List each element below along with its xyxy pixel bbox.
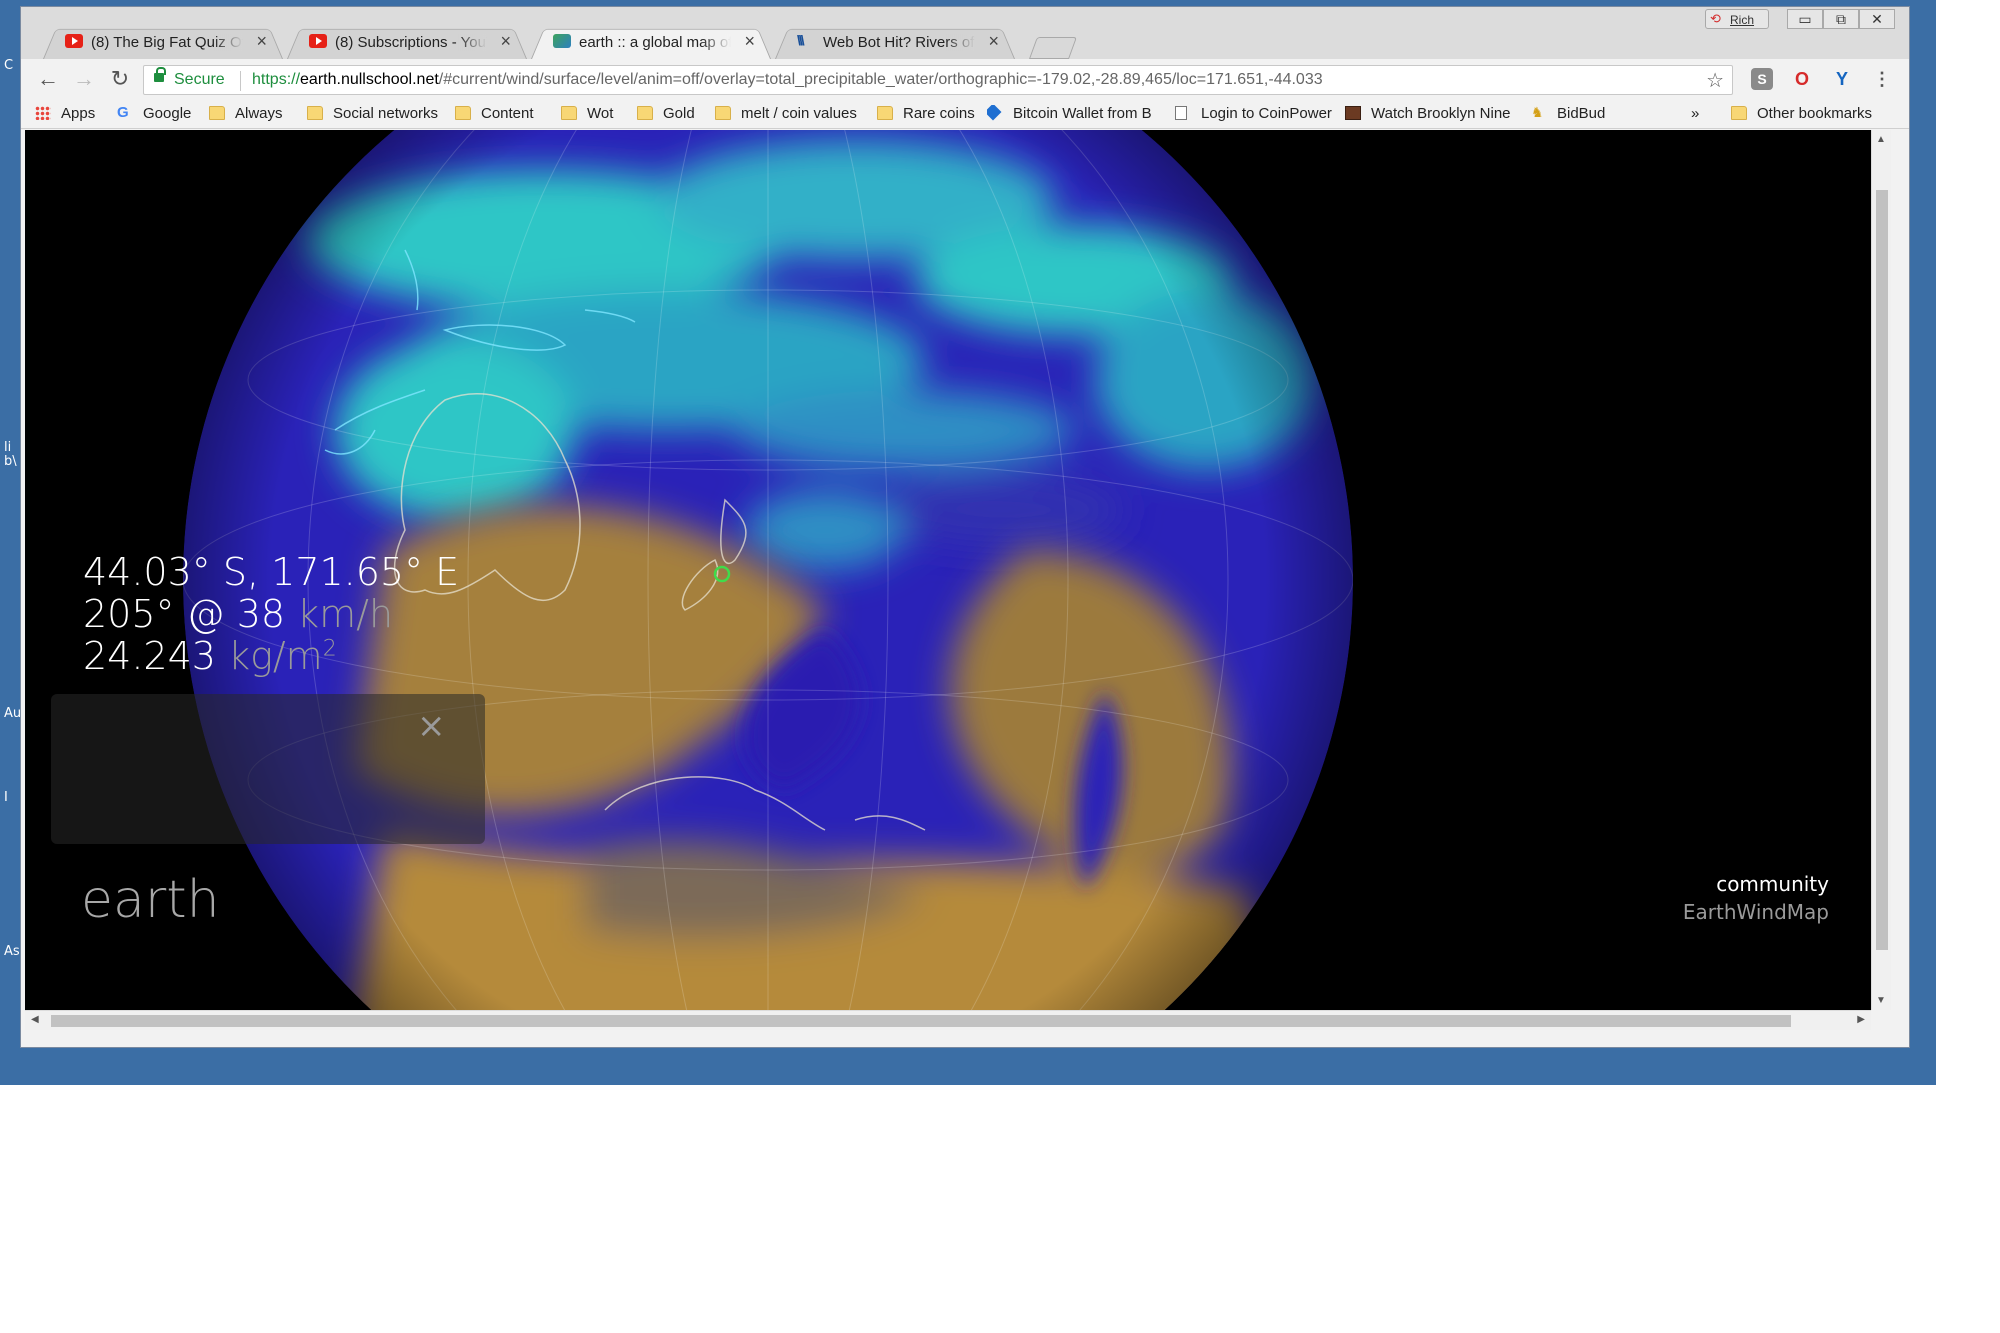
folder-icon: [1731, 106, 1747, 120]
youtube-icon: [309, 34, 327, 48]
youtube-icon: [65, 34, 83, 48]
address-bar[interactable]: Secure https://earth.nullschool.net/#cur…: [143, 65, 1733, 95]
water-unit: kg/m2: [228, 634, 337, 678]
close-tab-icon[interactable]: ×: [500, 31, 511, 52]
lock-icon: [154, 67, 166, 82]
tab-big-fat-quiz[interactable]: (8) The Big Fat Quiz Of Th ×: [43, 25, 283, 59]
folder-icon: [637, 106, 653, 120]
bookmark-bitcoin-wallet[interactable]: Bitcoin Wallet from B: [987, 105, 1157, 125]
bookmarks-bar: Apps G Google Always Social networks Con…: [21, 99, 1909, 129]
profile-button[interactable]: ⟲ Rich: [1705, 9, 1769, 29]
tab-title: (8) The Big Fat Quiz Of Th: [91, 34, 243, 51]
tab-subscriptions[interactable]: (8) Subscriptions - YouTu ×: [287, 25, 527, 59]
tab-title: Web Bot Hit? Rivers of w: [823, 34, 975, 51]
chrome-menu-icon[interactable]: ⋮: [1871, 68, 1893, 90]
desktop-text-fragment: li: [4, 440, 12, 455]
close-window-button[interactable]: ✕: [1859, 9, 1895, 29]
vertical-scroll-thumb[interactable]: [1876, 190, 1888, 950]
tab-web-bot-hit[interactable]: \\\ Web Bot Hit? Rivers of w ×: [775, 25, 1015, 59]
page-icon: [1175, 106, 1187, 120]
location-coordinates: 44.03° S, 171.65° E: [83, 550, 460, 594]
wind-readout: 205° @ 38 km/h: [83, 592, 394, 636]
folder-icon: [455, 106, 471, 120]
desktop-text-fragment: Au: [4, 706, 22, 721]
vertical-scrollbar[interactable]: ▲ ▼: [1871, 130, 1891, 1010]
extension-s-icon[interactable]: S: [1751, 68, 1773, 90]
bookmarks-overflow-chevron[interactable]: »: [1691, 105, 1699, 125]
film-icon: [1345, 106, 1361, 120]
new-tab-button[interactable]: [1028, 37, 1078, 59]
tab-title: earth :: a global map of w: [579, 34, 731, 51]
back-arrow-icon[interactable]: ←: [35, 67, 61, 93]
desktop-text-fragment: I: [4, 790, 8, 805]
profile-name: Rich: [1730, 13, 1755, 27]
sync-error-icon: ⟲: [1710, 11, 1721, 26]
scroll-left-arrow-icon[interactable]: ◀: [31, 1014, 39, 1025]
url-text[interactable]: https://earth.nullschool.net/#current/wi…: [252, 71, 1323, 89]
browser-window: (8) The Big Fat Quiz Of Th × (8) Subscri…: [20, 6, 1910, 1048]
close-tab-icon[interactable]: ×: [988, 31, 999, 52]
folder-icon: [307, 106, 323, 120]
precipitable-water-readout: 24.243 kg/m2: [83, 634, 337, 678]
close-tab-icon[interactable]: ×: [256, 31, 267, 52]
horizontal-scroll-thumb[interactable]: [51, 1015, 1791, 1027]
bitcoin-wallet-icon: [987, 105, 1002, 121]
earth-map-viewport[interactable]: 44.03° S, 171.65° E × 205° @ 38 km/h 24.…: [25, 130, 1871, 1010]
wind-unit: km/h: [297, 592, 394, 636]
secure-label: Secure: [174, 71, 225, 88]
bidbud-icon: ♞: [1531, 104, 1544, 120]
scroll-down-arrow-icon[interactable]: ▼: [1876, 995, 1886, 1006]
opera-vpn-icon[interactable]: O: [1791, 68, 1813, 90]
desktop-text-fragment: C: [4, 58, 14, 73]
extension-y-icon[interactable]: Y: [1831, 68, 1853, 90]
folder-icon: [715, 106, 731, 120]
navigation-toolbar: ← → ↻ Secure https://earth.nullschool.ne…: [21, 59, 1909, 99]
folder-icon: [561, 106, 577, 120]
folder-icon: [877, 106, 893, 120]
community-link[interactable]: community: [1716, 872, 1829, 896]
tab-strip: (8) The Big Fat Quiz Of Th × (8) Subscri…: [21, 7, 1909, 59]
desktop-text-fragment: As: [4, 944, 20, 959]
scroll-up-arrow-icon[interactable]: ▲: [1876, 134, 1886, 145]
desktop-text-fragment: b\: [4, 454, 17, 469]
reload-icon[interactable]: ↻: [107, 67, 133, 93]
google-icon: G: [117, 104, 129, 121]
steemit-icon: \\\: [797, 32, 805, 48]
earth-icon: [553, 34, 571, 48]
bookmark-watch-brooklyn-nine[interactable]: Watch Brooklyn Nine: [1345, 105, 1515, 125]
earth-menu-title[interactable]: earth: [81, 870, 220, 930]
close-tab-icon[interactable]: ×: [744, 31, 755, 52]
forward-arrow-icon[interactable]: →: [71, 67, 97, 93]
earthwindmap-link[interactable]: EarthWindMap: [1683, 900, 1829, 924]
bookmark-star-icon[interactable]: ☆: [1706, 68, 1724, 93]
tab-title: (8) Subscriptions - YouTu: [335, 34, 487, 51]
maximize-button[interactable]: ⧉: [1823, 9, 1859, 29]
folder-icon: [209, 106, 225, 120]
close-location-icon[interactable]: ×: [417, 706, 446, 746]
horizontal-scrollbar[interactable]: ◀ ▶: [25, 1010, 1871, 1030]
scroll-right-arrow-icon[interactable]: ▶: [1857, 1014, 1865, 1025]
minimize-button[interactable]: ▭: [1787, 9, 1823, 29]
tab-earth[interactable]: earth :: a global map of w ×: [531, 25, 771, 59]
apps-grid-icon: [35, 106, 51, 120]
